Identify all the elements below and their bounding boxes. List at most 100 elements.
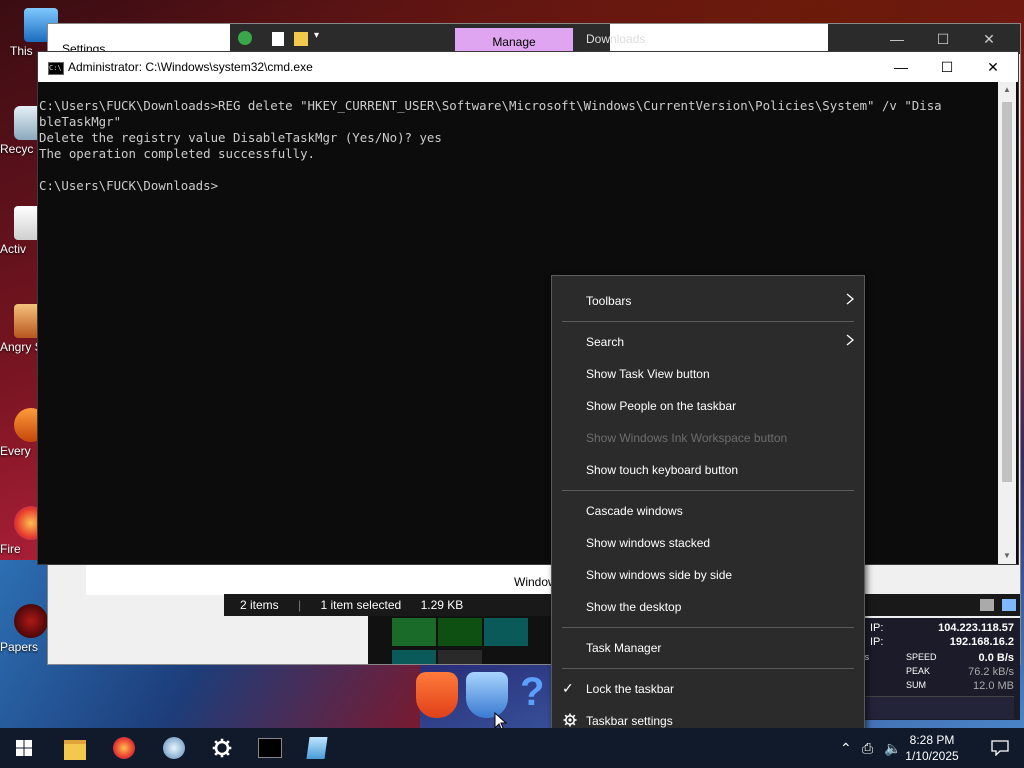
menu-item-task-view[interactable]: Show Task View button	[552, 357, 864, 389]
large-icons-view-icon[interactable]	[1002, 599, 1016, 611]
menu-item-label: Search	[586, 335, 625, 349]
start-button[interactable]	[0, 728, 48, 768]
menu-item-label: Taskbar settings	[586, 714, 673, 728]
console-line: C:\Users\FUCK\Downloads>REG delete "HKEY…	[39, 98, 942, 113]
menu-separator	[562, 668, 854, 669]
cmd-app-icon: C:\	[48, 62, 64, 75]
network-monitor-widget: IP: 104.223.118.57 IP: 192.168.16.2 /s S…	[862, 618, 1020, 720]
menu-item-label: Show the desktop	[586, 600, 682, 614]
menu-item-label: Show windows stacked	[586, 536, 711, 550]
clock-date: 1/10/2025	[905, 749, 959, 763]
close-button[interactable]: ✕	[970, 52, 1016, 82]
menu-item-label: Task Manager	[586, 641, 662, 655]
console-line: bleTaskMgr"	[39, 114, 122, 129]
external-ip-value: 104.223.118.57	[938, 622, 1014, 634]
folder-icon	[64, 740, 86, 760]
minimize-button[interactable]: —	[878, 52, 924, 82]
taskbar-settings[interactable]	[198, 728, 246, 768]
menu-item-toolbars[interactable]: Toolbars	[552, 284, 864, 316]
menu-item-ink-workspace: Show Windows Ink Workspace button	[552, 421, 864, 453]
taskbar-context-menu: Toolbars Search Show Task View button Sh…	[551, 275, 865, 746]
menu-item-label: Show Windows Ink Workspace button	[586, 431, 788, 445]
menu-item-label: Cascade windows	[586, 504, 683, 518]
tile	[438, 650, 482, 664]
folder-icon[interactable]	[294, 32, 308, 46]
papers-please-icon	[14, 604, 48, 638]
globe-icon	[163, 737, 185, 759]
close-button[interactable]: ✕	[966, 24, 1012, 54]
maximize-button[interactable]: ☐	[920, 24, 966, 54]
details-view-icon[interactable]	[980, 599, 994, 611]
desktop-icon-label: Activ	[0, 242, 27, 256]
peak-label: PEAK	[906, 666, 931, 676]
taskbar-notepad[interactable]	[294, 728, 342, 768]
notification-icon	[991, 740, 1009, 756]
speed-value: 0.0 B/s	[978, 652, 1014, 664]
desktop-icon-label: Every	[0, 444, 31, 458]
desktop-icon-label: Papers, F	[0, 640, 38, 654]
taskbar-firefox[interactable]	[100, 728, 148, 768]
taskbar-cmd[interactable]	[246, 728, 294, 768]
help-icon[interactable]: ?	[520, 670, 544, 715]
menu-item-label: Lock the taskbar	[586, 682, 675, 696]
status-item-count: 2 items	[240, 598, 279, 612]
tile	[438, 618, 482, 646]
status-size: 1.29 KB	[420, 598, 464, 612]
properties-icon[interactable]	[238, 31, 252, 45]
scroll-down-arrow-icon[interactable]: ▼	[998, 548, 1016, 564]
customize-toolbar-icon[interactable]: ▾	[314, 30, 319, 41]
checkmark-icon: ✓	[562, 680, 574, 696]
clock-time: 8:28 PM	[909, 733, 955, 747]
desktop-icon-label: Fire	[0, 542, 21, 556]
explorer-caption-buttons: — ☐ ✕	[828, 24, 1020, 54]
brave-icon[interactable]	[416, 672, 458, 718]
horizontal-scrollbar[interactable]	[86, 564, 556, 595]
menu-item-cascade[interactable]: Cascade windows	[552, 494, 864, 526]
show-hidden-icons-chevron-icon[interactable]: ⌃	[840, 740, 852, 757]
explorer-window-title: Downloads	[586, 32, 646, 46]
menu-item-show-desktop[interactable]: Show the desktop	[552, 590, 864, 622]
terminal-icon	[258, 738, 282, 758]
tile-area	[368, 616, 568, 664]
chevron-right-icon	[846, 293, 855, 305]
action-center-button[interactable]	[976, 728, 1024, 768]
menu-item-label: Show touch keyboard button	[586, 463, 739, 477]
system-clock[interactable]: 8:28 PM 1/10/2025	[892, 732, 972, 764]
menu-item-label: Show People on the taskbar	[586, 399, 737, 413]
menu-item-lock-taskbar[interactable]: ✓ Lock the taskbar	[552, 672, 864, 704]
cmd-window[interactable]: C:\ Administrator: C:\Windows\system32\c…	[38, 52, 1018, 564]
console-prompt: C:\Users\FUCK\Downloads>	[39, 178, 219, 193]
desktop-icon-label: Recyc	[0, 142, 34, 156]
maximize-button[interactable]: ☐	[924, 52, 970, 82]
menu-item-search[interactable]: Search	[552, 325, 864, 357]
menu-item-people[interactable]: Show People on the taskbar	[552, 389, 864, 421]
menu-item-touch-keyboard[interactable]: Show touch keyboard button	[552, 453, 864, 485]
speed-label: SPEED	[906, 652, 937, 662]
internal-ip-value: 192.168.16.2	[949, 636, 1014, 648]
taskbar-browser[interactable]	[150, 728, 198, 768]
sum-label: SUM	[906, 680, 926, 690]
tile	[392, 650, 436, 664]
taskbar-file-explorer[interactable]	[50, 728, 98, 768]
sum-value: 12.0 MB	[973, 680, 1014, 692]
menu-item-stacked[interactable]: Show windows stacked	[552, 526, 864, 558]
desktop-icon-papers-please[interactable]: Papers, F	[0, 604, 48, 654]
scroll-up-arrow-icon[interactable]: ▲	[998, 82, 1016, 98]
tab-manage[interactable]: Manage	[455, 28, 573, 54]
menu-item-label: Show Task View button	[586, 367, 710, 381]
menu-item-side-by-side[interactable]: Show windows side by side	[552, 558, 864, 590]
vertical-scrollbar[interactable]: ▲ ▼	[998, 82, 1016, 564]
cmd-window-title: Administrator: C:\Windows\system32\cmd.e…	[68, 60, 313, 74]
checkmark-doc-icon[interactable]	[272, 32, 284, 46]
network-icon[interactable]: ⎙	[862, 740, 873, 757]
tile	[484, 618, 528, 646]
minimize-button[interactable]: —	[874, 24, 920, 54]
console-line: The operation completed successfully.	[39, 146, 316, 161]
desktop-icon-label: Angry Seas	[0, 340, 38, 354]
menu-separator	[562, 627, 854, 628]
menu-item-task-manager[interactable]: Task Manager	[552, 631, 864, 663]
traffic-graph	[862, 696, 1014, 719]
menu-separator	[562, 321, 854, 322]
scrollbar-thumb[interactable]	[1002, 102, 1012, 482]
